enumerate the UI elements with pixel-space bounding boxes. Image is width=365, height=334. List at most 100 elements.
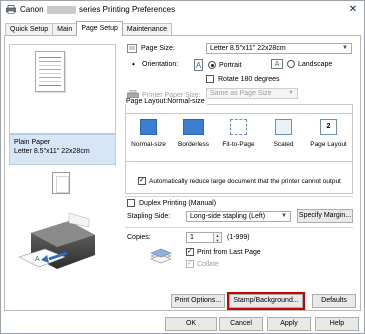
copies-row: Copies: [127,234,151,241]
chevron-down-icon: ▼ [288,90,294,96]
layout-item-label: Scaled [273,141,294,148]
auto-reduce-label: Automatically reduce large document that… [149,177,341,185]
copies-stack-icon [150,248,172,264]
svg-text:A: A [35,256,40,263]
print-from-last-checkbox[interactable] [186,247,194,256]
fit-to-page-icon [230,119,247,135]
stapling-side-label: Stapling Side: [127,213,171,220]
paper-size-text: Letter 8.5"x11" 22x28cm [14,148,90,155]
layout-item-normal-size[interactable]: Normal-size [126,114,171,161]
borderless-icon [183,119,204,135]
small-page-icon [52,172,70,194]
separator [125,196,353,197]
page-size-icon [127,44,137,53]
arrow-icon: ➧ [131,62,137,68]
redacted-model-name [46,5,76,14]
landscape-radio[interactable] [287,60,295,68]
duplex-checkbox[interactable] [127,199,135,207]
portrait-option[interactable]: A Portrait [194,59,242,71]
ok-button[interactable]: OK [165,317,217,331]
orientation-label: Orientation: [142,61,179,68]
rotate-180-label: Rotate 180 degrees [218,75,280,83]
defaults-button[interactable]: Defaults [312,294,356,308]
preview-stripe [39,85,61,86]
collate-label: Collate [197,260,219,268]
auto-reduce-option[interactable]: Automatically reduce large document that… [138,176,341,185]
preview-stripe [39,57,61,58]
separator [125,227,353,228]
tab-page-setup[interactable]: Page Setup [76,21,123,36]
portrait-label: Portrait [219,61,242,69]
landscape-icon: A [271,59,283,69]
close-icon[interactable]: ✕ [346,3,360,17]
page-layout-icon: 2 [320,119,337,135]
printer-illustration: A [18,213,95,269]
collate-option[interactable]: Collate [186,259,219,268]
layout-item-label: Page Layout [310,141,347,148]
apply-button[interactable]: Apply [267,317,311,331]
title-bar: Canon series Printing Preferences ✕ [1,1,364,19]
layout-item-page-layout[interactable]: 2 Page Layout [306,114,351,161]
window-title-suffix: series Printing Preferences [79,5,176,14]
preview-stripe [39,61,61,62]
window-title-prefix: Canon [20,5,44,14]
help-button[interactable]: Help [315,317,359,331]
window-title: Canon series Printing Preferences [20,5,175,14]
media-type-text: Plain Paper [14,139,51,146]
preview-stripe [39,81,61,82]
print-from-last-option[interactable]: Print from Last Page [186,247,261,256]
preview-stripe [39,77,61,78]
paper-info-box: Plain Paper Letter 8.5"x11" 22x28cm [9,134,116,165]
layout-item-label: Normal-size [131,141,166,148]
layout-item-label: Fit-to-Page [222,141,255,148]
specify-margin-button[interactable]: Specify Margin... [297,209,353,223]
stapling-side-row: Stapling Side: [127,213,170,220]
landscape-label: Landscape [298,60,333,68]
collate-checkbox[interactable] [186,259,194,268]
stapling-side-value: Long-side stapling (Left) [190,213,266,220]
page-layout-title: Page Layout:Normal-size [126,98,207,105]
layout-item-scaled[interactable]: Scaled [261,114,306,161]
copies-value: 1 [190,234,194,241]
print-options-button[interactable]: Print Options... [171,294,225,308]
copies-range: (1-999) [227,234,250,241]
auto-reduce-checkbox[interactable] [138,176,146,185]
page-size-value: Letter 8.5"x11" 22x28cm [210,45,286,52]
stapling-side-select[interactable]: Long-side stapling (Left) ▼ [186,211,291,222]
printing-preferences-window: Canon series Printing Preferences ✕ Quic… [0,0,365,334]
layout-item-label: Borderless [177,141,210,148]
chevron-down-icon[interactable]: ▼ [214,238,221,243]
page-size-label: Page Size: [141,45,175,52]
cancel-button[interactable]: Cancel [219,317,263,331]
rotate-180-option[interactable]: Rotate 180 degrees [206,75,280,83]
portrait-icon: A [194,59,203,71]
normal-size-icon [140,119,157,135]
printer-app-icon [6,5,16,14]
printer-paper-size-select[interactable]: Same as Page Size ▼ [206,88,298,99]
portrait-radio[interactable] [208,61,216,69]
preview-stripe [39,65,61,66]
page-size-row: Page Size: [127,44,175,53]
print-from-last-label: Print from Last Page [197,248,261,256]
copies-input[interactable]: 1 [186,232,214,243]
copies-stepper[interactable]: ▲ ▼ [214,232,222,243]
landscape-option[interactable]: A Landscape [271,59,332,69]
preview-stripe [39,69,61,70]
page-size-select[interactable]: Letter 8.5"x11" 22x28cm ▼ [206,43,352,54]
chevron-down-icon: ▼ [342,45,348,51]
duplex-option[interactable]: Duplex Printing (Manual) [127,199,216,207]
preview-stripe [39,73,61,74]
layout-item-fit-to-page[interactable]: Fit-to-Page [216,114,261,161]
orientation-row: ➧ Orientation: [131,61,178,68]
layout-item-borderless[interactable]: Borderless [171,114,216,161]
copies-range-row: (1-999) [227,234,250,241]
stamp-background-button[interactable]: Stamp/Background... [227,292,305,310]
chevron-down-icon: ▼ [281,213,287,219]
copies-label: Copies: [127,234,151,241]
printer-paper-size-value: Same as Page Size [210,90,272,97]
rotate-180-checkbox[interactable] [206,75,214,83]
scaled-icon [275,119,292,135]
page-layout-list: Normal-size Borderless Fit-to-Page Scale… [125,113,353,162]
duplex-label: Duplex Printing (Manual) [139,199,217,207]
paper-preview [35,51,65,92]
